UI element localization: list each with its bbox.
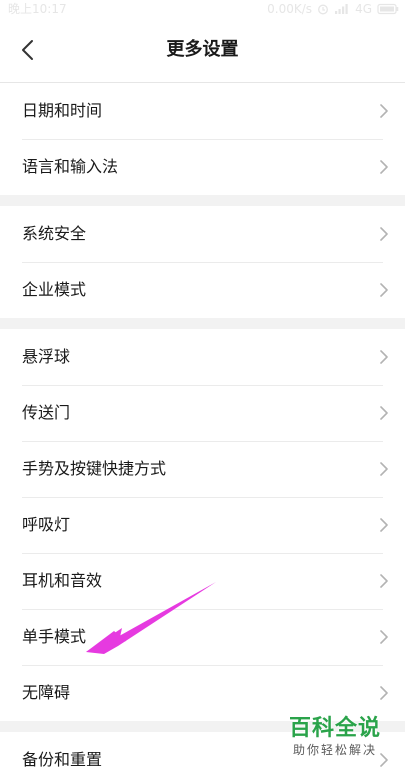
list-item-label: 单手模式 bbox=[22, 627, 87, 646]
settings-list: 日期和时间 语言和输入法 系统安全 企业模式 悬浮球 传送门 手势及按键快捷方式… bbox=[0, 83, 405, 778]
chevron-right-icon bbox=[380, 160, 388, 174]
group-separator bbox=[0, 721, 405, 732]
list-item-floating-ball[interactable]: 悬浮球 bbox=[0, 329, 405, 385]
list-item-enterprise-mode[interactable]: 企业模式 bbox=[0, 262, 405, 318]
list-item-system-security[interactable]: 系统安全 bbox=[0, 206, 405, 262]
status-right: 0.00K/s 4G bbox=[267, 0, 399, 18]
battery-icon bbox=[377, 3, 399, 15]
list-item-breathing-light[interactable]: 呼吸灯 bbox=[0, 497, 405, 553]
list-item-date-time[interactable]: 日期和时间 bbox=[0, 83, 405, 139]
settings-group-4: 备份和重置 bbox=[0, 732, 405, 778]
list-item-label: 悬浮球 bbox=[22, 347, 71, 366]
chevron-right-icon bbox=[380, 104, 388, 118]
list-item-label: 系统安全 bbox=[22, 224, 87, 243]
status-bar: 晚上10:17 0.00K/s 4G bbox=[0, 0, 405, 18]
settings-group-2: 系统安全 企业模式 bbox=[0, 206, 405, 318]
chevron-right-icon bbox=[380, 227, 388, 241]
chevron-right-icon bbox=[380, 406, 388, 420]
list-item-label: 无障碍 bbox=[22, 683, 71, 702]
alarm-icon bbox=[317, 3, 329, 15]
list-item-label: 日期和时间 bbox=[22, 101, 103, 120]
settings-group-1: 日期和时间 语言和输入法 bbox=[0, 83, 405, 195]
chevron-right-icon bbox=[380, 350, 388, 364]
chevron-right-icon bbox=[380, 462, 388, 476]
list-item-label: 企业模式 bbox=[22, 280, 87, 299]
list-item-label: 传送门 bbox=[22, 403, 71, 422]
chevron-right-icon bbox=[380, 574, 388, 588]
signal-icon bbox=[334, 3, 350, 15]
chevron-right-icon bbox=[380, 630, 388, 644]
list-item-backup-reset[interactable]: 备份和重置 bbox=[0, 732, 405, 778]
group-separator bbox=[0, 195, 405, 206]
list-item-label: 备份和重置 bbox=[22, 750, 103, 769]
group-separator bbox=[0, 318, 405, 329]
list-item-label: 耳机和音效 bbox=[22, 571, 103, 590]
list-item-accessibility[interactable]: 无障碍 bbox=[0, 665, 405, 721]
chevron-right-icon bbox=[380, 518, 388, 532]
network-type: 4G bbox=[355, 2, 372, 16]
status-time: 晚上10:17 bbox=[8, 2, 67, 16]
chevron-right-icon bbox=[380, 753, 388, 767]
settings-group-3: 悬浮球 传送门 手势及按键快捷方式 呼吸灯 耳机和音效 单手模式 无障碍 bbox=[0, 329, 405, 721]
list-item-label: 手势及按键快捷方式 bbox=[22, 459, 167, 478]
list-item-language-input[interactable]: 语言和输入法 bbox=[0, 139, 405, 195]
list-item-label: 呼吸灯 bbox=[22, 515, 71, 534]
chevron-right-icon bbox=[380, 686, 388, 700]
list-item-one-handed-mode[interactable]: 单手模式 bbox=[0, 609, 405, 665]
page-title: 更多设置 bbox=[166, 39, 239, 60]
list-item-gesture-shortcuts[interactable]: 手势及按键快捷方式 bbox=[0, 441, 405, 497]
list-item-headphones-audio[interactable]: 耳机和音效 bbox=[0, 553, 405, 609]
list-item-label: 语言和输入法 bbox=[22, 157, 119, 176]
chevron-right-icon bbox=[380, 283, 388, 297]
network-speed: 0.00K/s bbox=[267, 2, 313, 16]
screen: 晚上10:17 0.00K/s 4G 更多设置 日期和时间 语言和输入法 系统安… bbox=[0, 0, 405, 778]
header: 更多设置 bbox=[0, 18, 405, 82]
list-item-portal[interactable]: 传送门 bbox=[0, 385, 405, 441]
